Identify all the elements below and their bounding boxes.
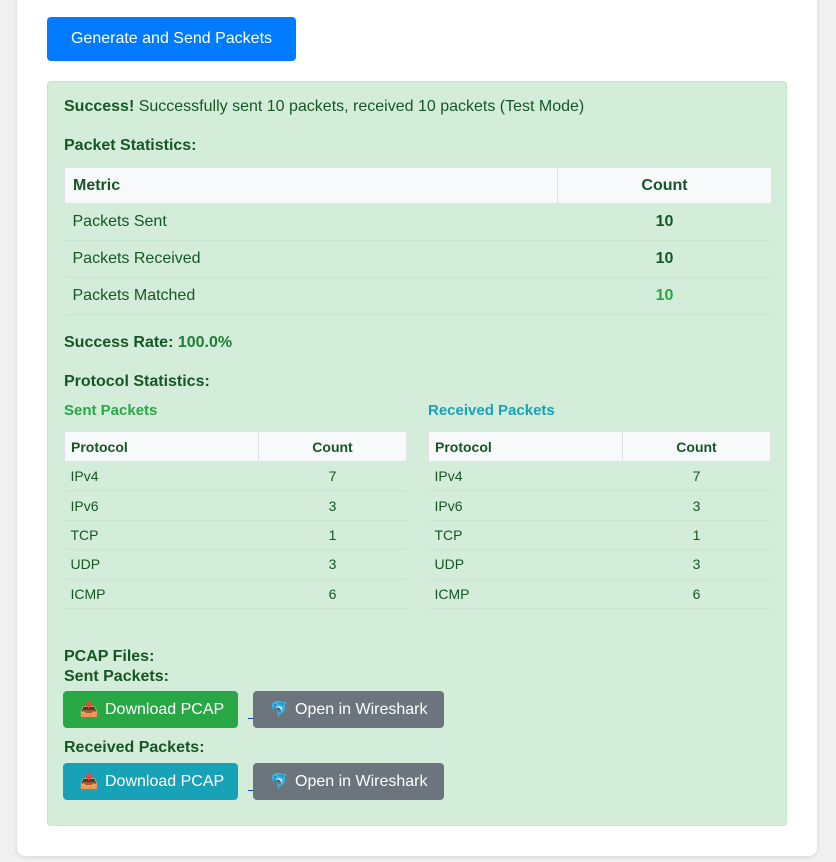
metric-cell: Packets Matched [64,277,558,315]
wireshark-label: Open in Wireshark [295,700,428,718]
count-cell: 6 [622,579,771,609]
result-text: Successfully sent 10 packets, received 1… [134,98,585,115]
sent-packets-title: Sent Packets [64,402,158,419]
packet-stats-heading: Packet Statistics: [64,137,197,154]
success-rate-value: 100.0% [177,334,233,351]
inbox-tray-icon: 📥 [79,772,99,790]
success-alert: Success! Successfully sent 10 packets, r… [47,81,787,826]
inbox-tray-icon: 📥 [79,700,99,718]
table-row: IPv6 3 [428,490,771,521]
table-row: UDP 3 [64,549,407,580]
pcap-received-label: Received Packets: [64,739,205,756]
table-row: ICMP 6 [64,579,407,609]
metric-cell: Packets Sent [64,203,558,241]
col-count: Count [258,431,407,462]
count-cell: 6 [258,579,407,609]
open-sent-wireshark-button[interactable]: 🐬 Open in Wireshark [253,691,444,728]
pcap-sent-label: Sent Packets: [64,668,169,685]
count-cell: 10 [557,277,772,315]
dolphin-icon: 🐬 [269,772,289,790]
generate-send-button[interactable]: Generate and Send Packets [47,17,296,61]
count-cell: 7 [622,461,771,492]
count-cell: 3 [622,490,771,521]
metric-cell: Packets Received [64,240,558,278]
count-cell: 3 [258,490,407,521]
result-strong: Success! [64,98,135,115]
table-row: Packets Received 10 [64,240,772,278]
pcap-heading: PCAP Files: [64,648,155,665]
count-cell: 3 [258,549,407,580]
result-message: Success! Successfully sent 10 packets, r… [64,98,584,116]
count-cell: 1 [622,520,771,551]
table-row: TCP 1 [64,520,407,551]
count-cell: 3 [622,549,771,580]
packet-stats-table: Metric Count Packets Sent 10 Packets Rec… [64,167,772,315]
count-cell: 10 [557,203,772,241]
received-protocol-table: Protocol Count IPv4 7 IPv6 3 TCP 1 UDP 3 ICM… [428,431,771,609]
protocol-cell: TCP [428,520,623,551]
count-cell: 10 [557,240,772,278]
protocol-cell: IPv4 [428,461,623,492]
col-count: Count [622,431,771,462]
count-cell: 7 [258,461,407,492]
col-metric: Metric [64,167,558,204]
table-row: UDP 3 [428,549,771,580]
col-protocol: Protocol [64,431,259,462]
protocol-cell: UDP [428,549,623,580]
protocol-cell: ICMP [64,579,259,609]
protocol-cell: UDP [64,549,259,580]
sent-protocol-table: Protocol Count IPv4 7 IPv6 3 TCP 1 UDP 3 ICM… [64,431,407,609]
protocol-cell: ICMP [428,579,623,609]
wireshark-label: Open in Wireshark [295,772,428,790]
table-row: ICMP 6 [428,579,771,609]
table-row: IPv6 3 [64,490,407,521]
protocol-cell: IPv6 [64,490,259,521]
download-label: Download PCAP [105,772,225,790]
protocol-stats-heading: Protocol Statistics: [64,373,210,390]
col-protocol: Protocol [428,431,623,462]
table-row: Packets Sent 10 [64,203,772,241]
col-count: Count [557,167,772,204]
protocol-cell: IPv6 [428,490,623,521]
download-received-pcap-button[interactable]: 📥 Download PCAP [63,763,238,800]
count-cell: 1 [258,520,407,551]
protocol-cell: IPv4 [64,461,259,492]
open-received-wireshark-button[interactable]: 🐬 Open in Wireshark [253,763,444,800]
table-row: TCP 1 [428,520,771,551]
protocol-cell: TCP [64,520,259,551]
success-rate: Success Rate: 100.0% [64,334,232,352]
download-label: Download PCAP [105,700,225,718]
table-row: IPv4 7 [428,461,771,492]
dolphin-icon: 🐬 [269,700,289,718]
success-rate-label: Success Rate: [64,334,178,351]
download-sent-pcap-button[interactable]: 📥 Download PCAP [63,691,238,728]
received-packets-title: Received Packets [428,402,555,419]
table-row: Packets Matched 10 [64,277,772,315]
table-row: IPv4 7 [64,461,407,492]
